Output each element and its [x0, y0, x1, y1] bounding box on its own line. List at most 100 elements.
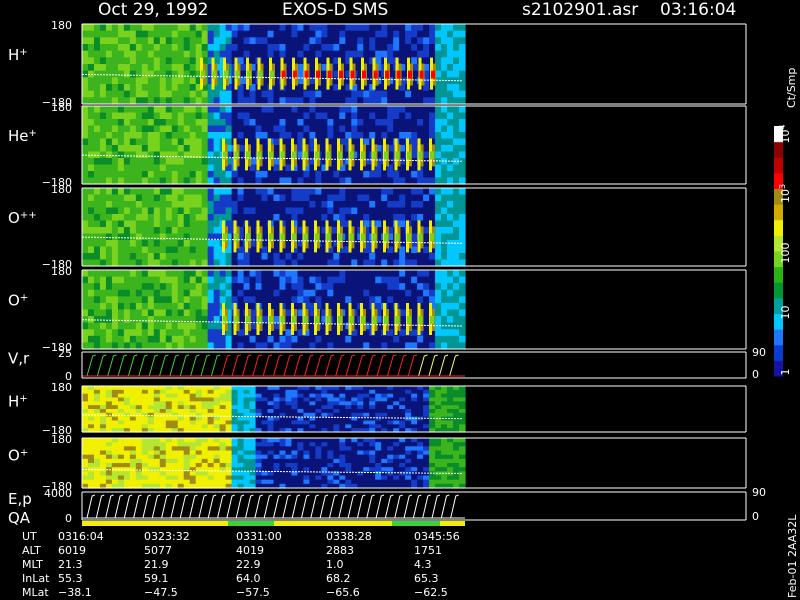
flux-streak: [212, 70, 217, 79]
flux-streak: [349, 151, 354, 160]
heatmap-cell: [303, 335, 310, 344]
heatmap-cell: [99, 389, 107, 395]
heatmap-cell: [261, 119, 269, 127]
heatmap-cell: [237, 409, 245, 414]
heatmap-cell: [243, 401, 251, 406]
heatmap-cell: [411, 424, 418, 429]
heatmap-cell: [273, 151, 281, 159]
heatmap-cell: [177, 446, 185, 452]
heatmap-cell: [447, 151, 454, 159]
heatmap-cell: [315, 201, 322, 209]
heatmap-cell: [195, 220, 203, 228]
heatmap-cell: [189, 24, 197, 32]
heatmap-cell: [195, 37, 203, 45]
heatmap-cell: [291, 214, 299, 222]
heatmap-cell: [399, 397, 406, 402]
flux-streak: [326, 233, 331, 242]
heatmap-cell: [225, 471, 233, 477]
heatmap-cell: [405, 424, 412, 429]
heatmap-cell: [195, 112, 203, 120]
heatmap-cell: [123, 70, 131, 78]
heatmap-cell: [405, 50, 412, 58]
heatmap-cell: [225, 50, 233, 58]
heatmap-cell: [339, 112, 346, 120]
heatmap-cell: [87, 24, 95, 32]
heatmap-cell: [261, 289, 269, 297]
heatmap-cell: [333, 44, 340, 52]
heatmap-cell: [189, 270, 197, 278]
heatmap-cell: [153, 420, 161, 425]
heatmap-cell: [279, 276, 287, 284]
heatmap-cell: [135, 125, 143, 133]
heatmap-cell: [267, 296, 275, 304]
heatmap-cell: [399, 106, 406, 114]
heatmap-cell: [315, 188, 322, 196]
heatmap-cell: [177, 112, 185, 120]
heatmap-cell: [99, 442, 107, 447]
heatmap-cell: [363, 289, 370, 297]
heatmap-cell: [99, 424, 107, 429]
heatmap-cell: [201, 214, 209, 222]
heatmap-cell: [453, 132, 460, 140]
heatmap-cell: [189, 442, 197, 447]
heatmap-cell: [441, 401, 448, 406]
heatmap-cell: [309, 207, 316, 215]
heatmap-cell: [279, 458, 287, 464]
heatmap-cell: [231, 188, 239, 196]
heatmap-cell: [213, 201, 221, 209]
heatmap-cell: [423, 386, 430, 391]
heatmap-cell: [309, 442, 316, 447]
heatmap-cell: [147, 233, 155, 241]
heatmap-cell: [219, 446, 227, 452]
heatmap-cell: [333, 253, 340, 261]
flux-streak: [349, 316, 354, 324]
heatmap-cell: [225, 90, 233, 98]
heatmap-cell: [129, 201, 137, 209]
panel-4: 180−180O+: [8, 265, 747, 354]
heatmap-cell: [369, 424, 376, 429]
heatmap-cell: [303, 283, 310, 291]
heatmap-cell: [123, 289, 131, 297]
heatmap-cell: [165, 309, 173, 317]
heatmap-cell: [183, 77, 191, 85]
heatmap-cell: [219, 30, 227, 38]
heatmap-cell: [435, 270, 442, 278]
heatmap-cell: [201, 438, 209, 443]
heatmap-cell: [243, 405, 251, 410]
heatmap-cell: [147, 57, 155, 65]
heatmap-cell: [159, 145, 167, 153]
flux-streak: [408, 70, 412, 79]
heatmap-cell: [117, 424, 125, 429]
heatmap-cell: [369, 386, 376, 391]
heatmap-cell: [189, 420, 197, 425]
heatmap-cell: [345, 132, 352, 140]
heatmap-cell: [225, 442, 233, 447]
heatmap-cell: [333, 463, 340, 468]
flux-streak: [384, 233, 388, 242]
heatmap-cell: [459, 220, 466, 228]
heatmap-cell: [177, 322, 185, 330]
heatmap-cell: [213, 188, 221, 196]
heatmap-cell: [111, 270, 119, 278]
heatmap-cell: [447, 412, 454, 418]
heatmap-cell: [435, 201, 442, 209]
heatmap-cell: [387, 283, 394, 291]
heatmap-cell: [231, 125, 239, 133]
heatmap-cell: [315, 463, 322, 468]
heatmap-cell: [183, 240, 191, 248]
heatmap-cell: [441, 405, 448, 410]
heatmap-cell: [381, 386, 388, 391]
heatmap-cell: [213, 270, 221, 278]
heatmap-cell: [429, 50, 436, 58]
heatmap-cell: [87, 397, 95, 402]
heatmap-cell: [255, 424, 263, 429]
heatmap-cell: [153, 446, 161, 452]
heatmap-cell: [213, 296, 221, 304]
heatmap-cell: [105, 296, 113, 304]
heatmap-cell: [159, 302, 167, 311]
flux-streak: [430, 316, 434, 324]
heatmap-cell: [297, 420, 305, 425]
heatmap-cell: [123, 438, 131, 443]
heatmap-cell: [333, 386, 340, 391]
heatmap-cell: [129, 393, 137, 399]
